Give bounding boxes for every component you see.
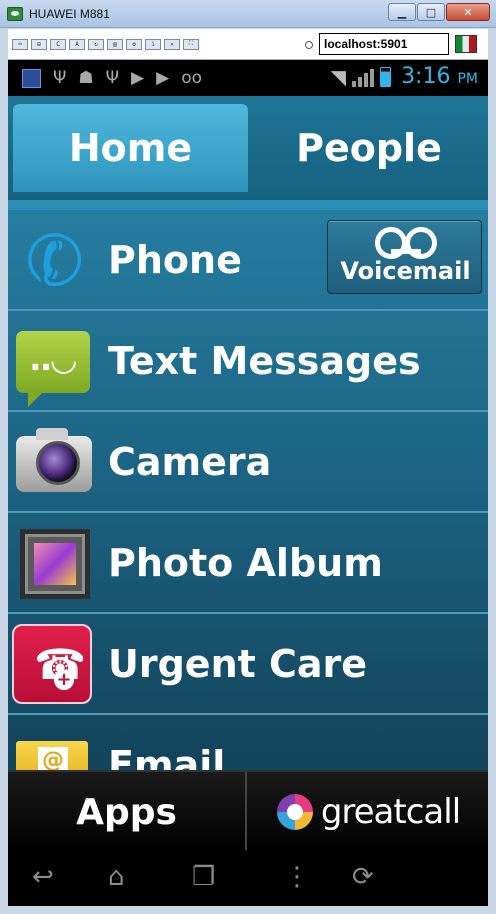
ctrl-key-icon[interactable]: C bbox=[50, 38, 66, 50]
camera-icon bbox=[16, 424, 94, 502]
minimize-button[interactable]: ▁ bbox=[388, 3, 416, 21]
wifi-icon: ◥ bbox=[330, 64, 347, 89]
window-titlebar: HUAWEI M881 ▁ □ ✕ bbox=[0, 0, 496, 28]
refresh-icon[interactable]: ↻ bbox=[88, 38, 104, 50]
vnc-app-icon bbox=[7, 6, 23, 21]
voicemail-label: Voicemail bbox=[340, 257, 471, 285]
status-clock: 3:16 PM bbox=[401, 64, 478, 89]
play-icon: ▶ bbox=[156, 67, 170, 88]
rotate-icon[interactable]: ⟳ bbox=[352, 862, 374, 892]
greatcall-brand: greatcall bbox=[320, 792, 461, 832]
tab-people[interactable]: People bbox=[258, 104, 480, 192]
connection-info-icon[interactable]: i bbox=[145, 38, 161, 50]
clipboard-icon[interactable]: ▤ bbox=[107, 38, 123, 50]
photo-album-icon bbox=[16, 525, 94, 603]
list-item-label: Urgent Care bbox=[108, 642, 368, 686]
list-item-label: Camera bbox=[108, 440, 272, 484]
flag-icon[interactable] bbox=[455, 35, 477, 53]
back-icon[interactable]: ↩ bbox=[32, 862, 54, 892]
list-item-text-messages[interactable]: ‥◡ Text Messages bbox=[8, 311, 488, 412]
window-title: HUAWEI M881 bbox=[29, 6, 110, 21]
status-bar: Ψ ☗ Ψ ▶ ▶ oo ◥ 3:16 PM bbox=[8, 60, 488, 96]
options-icon[interactable]: ⚙ bbox=[126, 38, 142, 50]
android-debug-icon: ☗ bbox=[78, 67, 94, 88]
greatcall-button[interactable]: greatcall bbox=[249, 772, 488, 852]
navigation-bar: ↩ ⌂ ❐ ⋮ ⟳ bbox=[8, 850, 488, 906]
list-item-label: Email bbox=[108, 743, 226, 770]
play-store-icon: ▶ bbox=[131, 67, 145, 88]
tab-underline bbox=[8, 200, 488, 210]
voicemail-icon bbox=[375, 227, 437, 259]
address-dot-icon bbox=[305, 41, 313, 49]
fullscreen-icon[interactable]: ⛶ bbox=[183, 38, 199, 50]
home-list: ✆ Phone Voicemail ‥◡ Text Messages Camer… bbox=[8, 210, 488, 770]
clock-ampm: PM bbox=[457, 71, 478, 87]
email-icon: @ bbox=[16, 727, 94, 770]
ctrl-alt-del-icon[interactable]: ⌨ bbox=[12, 38, 28, 50]
recent-apps-icon[interactable]: ❐ bbox=[192, 862, 215, 892]
list-item-phone[interactable]: ✆ Phone Voicemail bbox=[8, 210, 488, 311]
app-notification-icon bbox=[22, 68, 41, 88]
status-right: ◥ 3:16 PM bbox=[331, 64, 478, 89]
disconnect-icon[interactable]: ✕ bbox=[164, 38, 180, 50]
home-icon[interactable]: ⌂ bbox=[108, 862, 125, 892]
phone-icon: ✆ bbox=[16, 213, 94, 309]
clock-time: 3:16 bbox=[401, 64, 451, 89]
apps-button[interactable]: Apps bbox=[8, 772, 247, 852]
bottom-bar: Apps greatcall bbox=[8, 770, 488, 852]
list-item-urgent-care[interactable]: ☎ + Urgent Care bbox=[8, 614, 488, 715]
maximize-button[interactable]: □ bbox=[417, 3, 445, 21]
win-key-icon[interactable]: ⊞ bbox=[31, 38, 47, 50]
phone-screen: Ψ ☗ Ψ ▶ ▶ oo ◥ 3:16 PM Home People ✆ Pho… bbox=[8, 60, 488, 906]
usb-icon-2: Ψ bbox=[105, 67, 120, 88]
list-item-label: Phone bbox=[108, 238, 242, 282]
address-field[interactable]: localhost:5901 bbox=[319, 33, 449, 55]
toolbar-icons: ⌨ ⊞ C A ↻ ▤ ⚙ i ✕ ⛶ bbox=[12, 38, 199, 50]
window-controls: ▁ □ ✕ bbox=[388, 3, 490, 21]
greatcall-logo-icon bbox=[276, 794, 313, 830]
menu-icon[interactable]: ⋮ bbox=[284, 862, 310, 892]
tab-home[interactable]: Home bbox=[13, 104, 248, 192]
list-item-label: Photo Album bbox=[108, 541, 383, 585]
list-item-photo-album[interactable]: Photo Album bbox=[8, 513, 488, 614]
voicemail-notification-icon: oo bbox=[181, 67, 202, 88]
close-button[interactable]: ✕ bbox=[446, 3, 490, 21]
list-item-label: Text Messages bbox=[108, 339, 421, 383]
voicemail-button[interactable]: Voicemail bbox=[327, 220, 482, 294]
list-item-email[interactable]: @ Email bbox=[8, 715, 488, 770]
usb-icon: Ψ bbox=[53, 67, 67, 88]
battery-icon bbox=[380, 66, 392, 87]
alt-key-icon[interactable]: A bbox=[69, 38, 85, 50]
urgent-care-icon: ☎ + bbox=[12, 624, 92, 704]
list-item-camera[interactable]: Camera bbox=[8, 412, 488, 513]
signal-icon bbox=[352, 67, 375, 87]
vnc-toolbar: ⌨ ⊞ C A ↻ ▤ ⚙ i ✕ ⛶ localhost:5901 bbox=[8, 29, 488, 60]
tab-bar: Home People bbox=[8, 96, 488, 200]
text-messages-icon: ‥◡ bbox=[16, 323, 94, 407]
